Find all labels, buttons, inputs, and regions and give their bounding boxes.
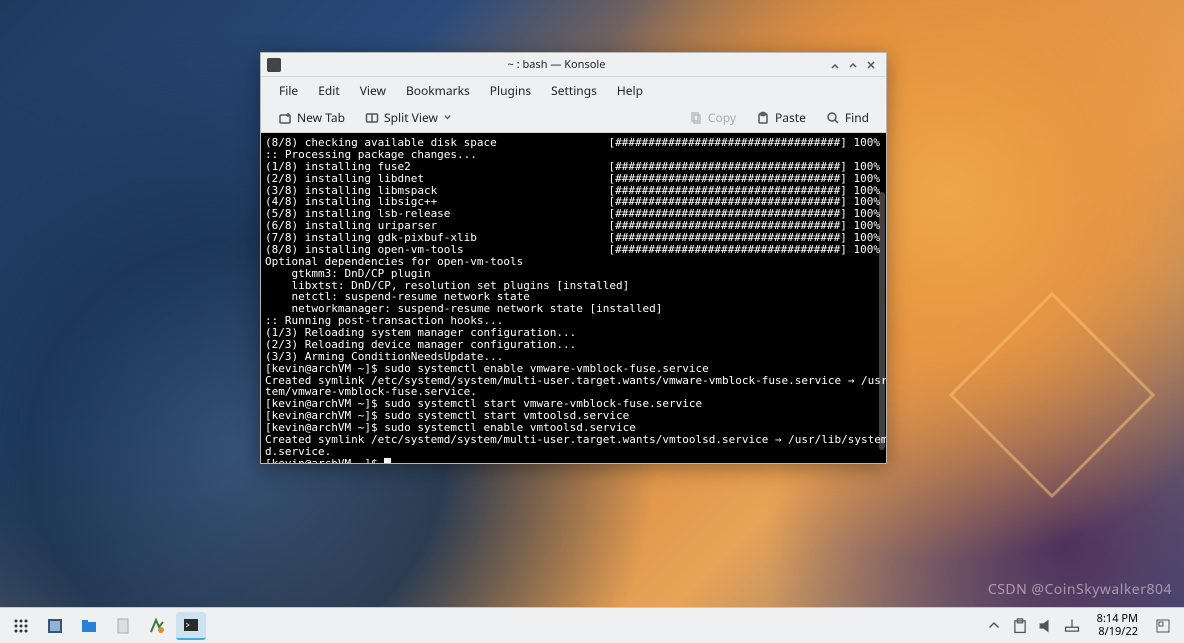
- new-tab-button[interactable]: New Tab: [269, 104, 354, 131]
- find-label: Find: [845, 109, 869, 126]
- app-icon: [267, 58, 281, 72]
- menu-bar: File Edit View Bookmarks Plugins Setting…: [261, 77, 886, 103]
- tray-network-icon[interactable]: [1063, 617, 1081, 635]
- tray-expand-icon[interactable]: [985, 617, 1003, 635]
- copy-label: Copy: [708, 109, 736, 126]
- chevron-down-icon: [443, 113, 452, 122]
- system-tray: [985, 617, 1087, 635]
- minimize-button[interactable]: [826, 56, 844, 74]
- clock-date: 8/19/22: [1097, 626, 1138, 638]
- taskbar-document-icon[interactable]: [108, 612, 138, 640]
- toolbar: New Tab Split View Copy Paste Find: [261, 103, 886, 133]
- menu-view[interactable]: View: [350, 78, 396, 103]
- tray-clipboard-icon[interactable]: [1011, 617, 1029, 635]
- taskbar: 8:14 PM 8/19/22: [0, 607, 1184, 643]
- copy-button: Copy: [680, 104, 745, 131]
- terminal-scrollbar[interactable]: [877, 133, 885, 463]
- new-tab-icon: [278, 111, 292, 125]
- copy-icon: [689, 111, 703, 125]
- tray-volume-icon[interactable]: [1037, 617, 1055, 635]
- konsole-window: ~ : bash — Konsole File Edit View Bookma…: [260, 52, 887, 464]
- search-icon: [826, 111, 840, 125]
- taskbar-kate-icon[interactable]: [142, 612, 172, 640]
- menu-help[interactable]: Help: [607, 78, 653, 103]
- paste-icon: [756, 111, 770, 125]
- window-title: ~ : bash — Konsole: [287, 57, 826, 72]
- new-tab-label: New Tab: [297, 109, 345, 126]
- split-view-icon: [365, 111, 379, 125]
- taskbar-clock[interactable]: 8:14 PM 8/19/22: [1091, 613, 1144, 637]
- app-launcher-icon[interactable]: [6, 612, 36, 640]
- menu-settings[interactable]: Settings: [541, 78, 607, 103]
- menu-plugins[interactable]: Plugins: [480, 78, 541, 103]
- taskbar-konsole-icon[interactable]: [176, 612, 206, 640]
- paste-label: Paste: [775, 109, 806, 126]
- split-view-button[interactable]: Split View: [356, 104, 461, 131]
- show-desktop-icon[interactable]: [1148, 612, 1178, 640]
- menu-edit[interactable]: Edit: [308, 78, 349, 103]
- split-view-label: Split View: [384, 109, 438, 126]
- taskbar-system-settings-icon[interactable]: [40, 612, 70, 640]
- maximize-button[interactable]: [844, 56, 862, 74]
- menu-bookmarks[interactable]: Bookmarks: [396, 78, 480, 103]
- terminal-output[interactable]: (8/8) checking available disk space[####…: [261, 133, 886, 463]
- window-titlebar[interactable]: ~ : bash — Konsole: [261, 53, 886, 77]
- close-button[interactable]: [862, 56, 880, 74]
- taskbar-files-icon[interactable]: [74, 612, 104, 640]
- menu-file[interactable]: File: [269, 78, 308, 103]
- find-button[interactable]: Find: [817, 104, 878, 131]
- paste-button[interactable]: Paste: [747, 104, 815, 131]
